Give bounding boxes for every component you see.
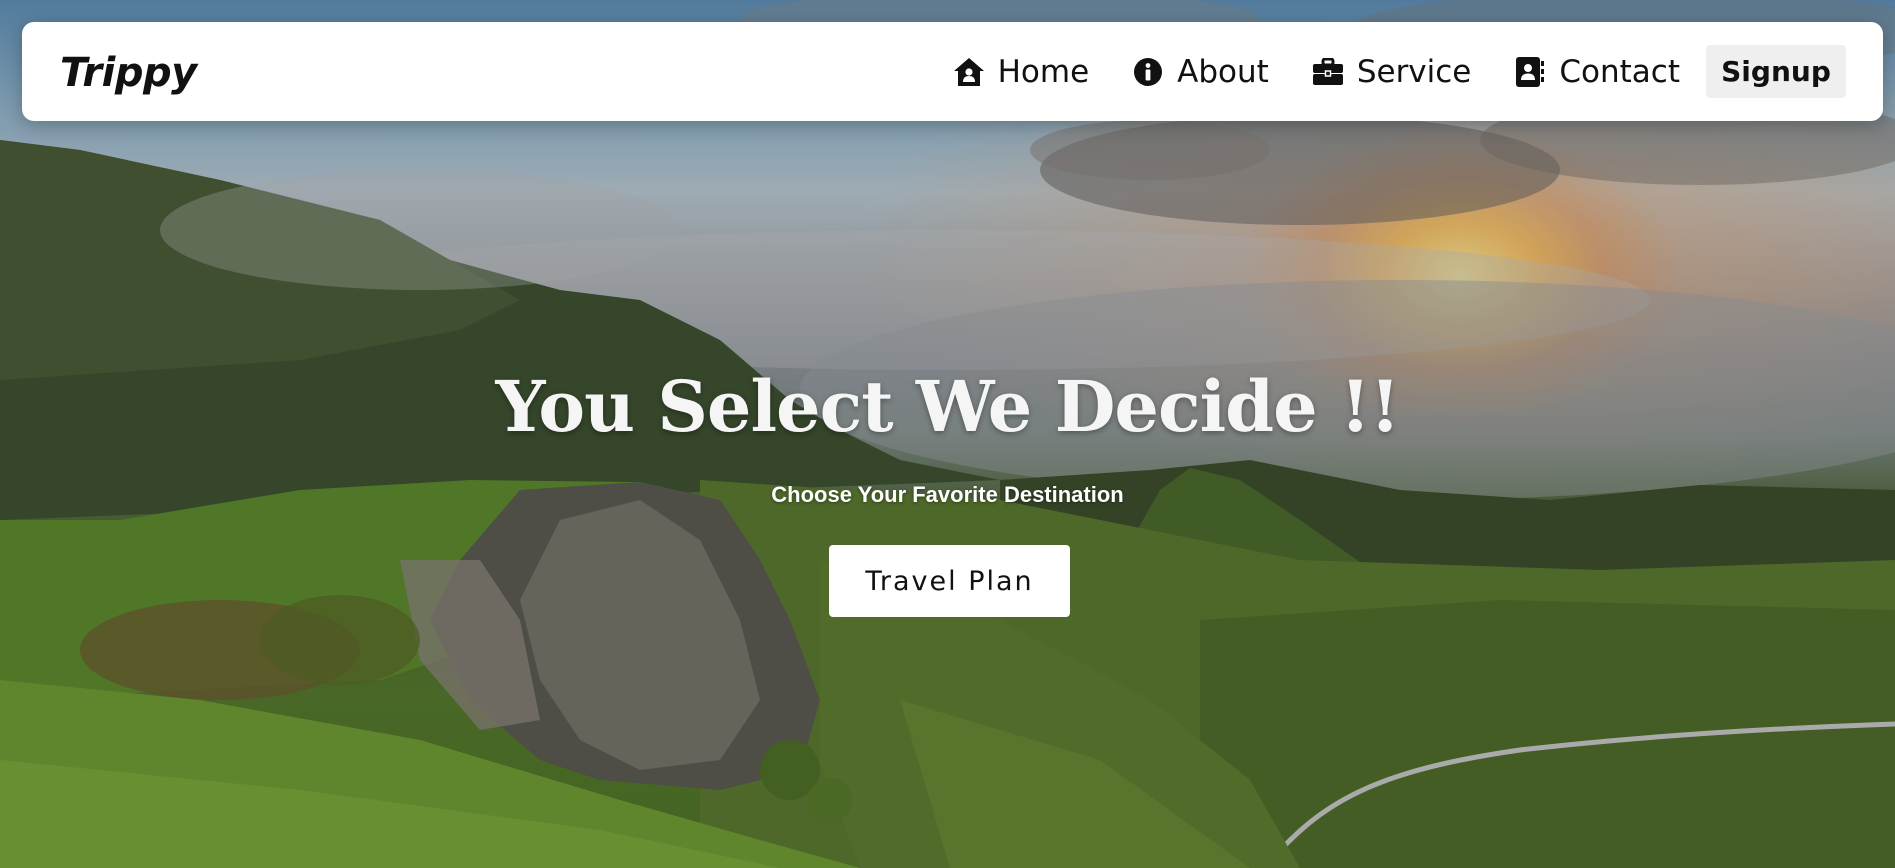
hero-headline: You Select We Decide !! [495,365,1401,448]
nav-item-label: About [1177,53,1269,90]
nav-item-contact[interactable]: Contact [1513,54,1680,90]
top-navbar: Trippy Home About Service Contact Signup [22,22,1883,121]
info-circle-icon [1131,55,1165,89]
briefcase-icon [1311,55,1345,89]
signup-button[interactable]: Signup [1706,45,1846,98]
nav-item-about[interactable]: About [1131,54,1269,90]
nav-item-label: Home [997,53,1090,90]
nav-item-home[interactable]: Home [952,53,1090,90]
travel-plan-button[interactable]: Travel Plan [829,545,1070,617]
nav-links: Home About Service Contact Signup [952,45,1846,98]
address-book-icon [1513,55,1547,89]
hero-subheadline: Choose Your Favorite Destination [771,482,1124,507]
brand-logo[interactable]: Trippy [60,50,197,96]
house-user-icon [952,55,986,89]
nav-item-label: Contact [1559,53,1680,90]
nav-item-service[interactable]: Service [1311,53,1472,90]
nav-item-label: Service [1356,53,1472,90]
